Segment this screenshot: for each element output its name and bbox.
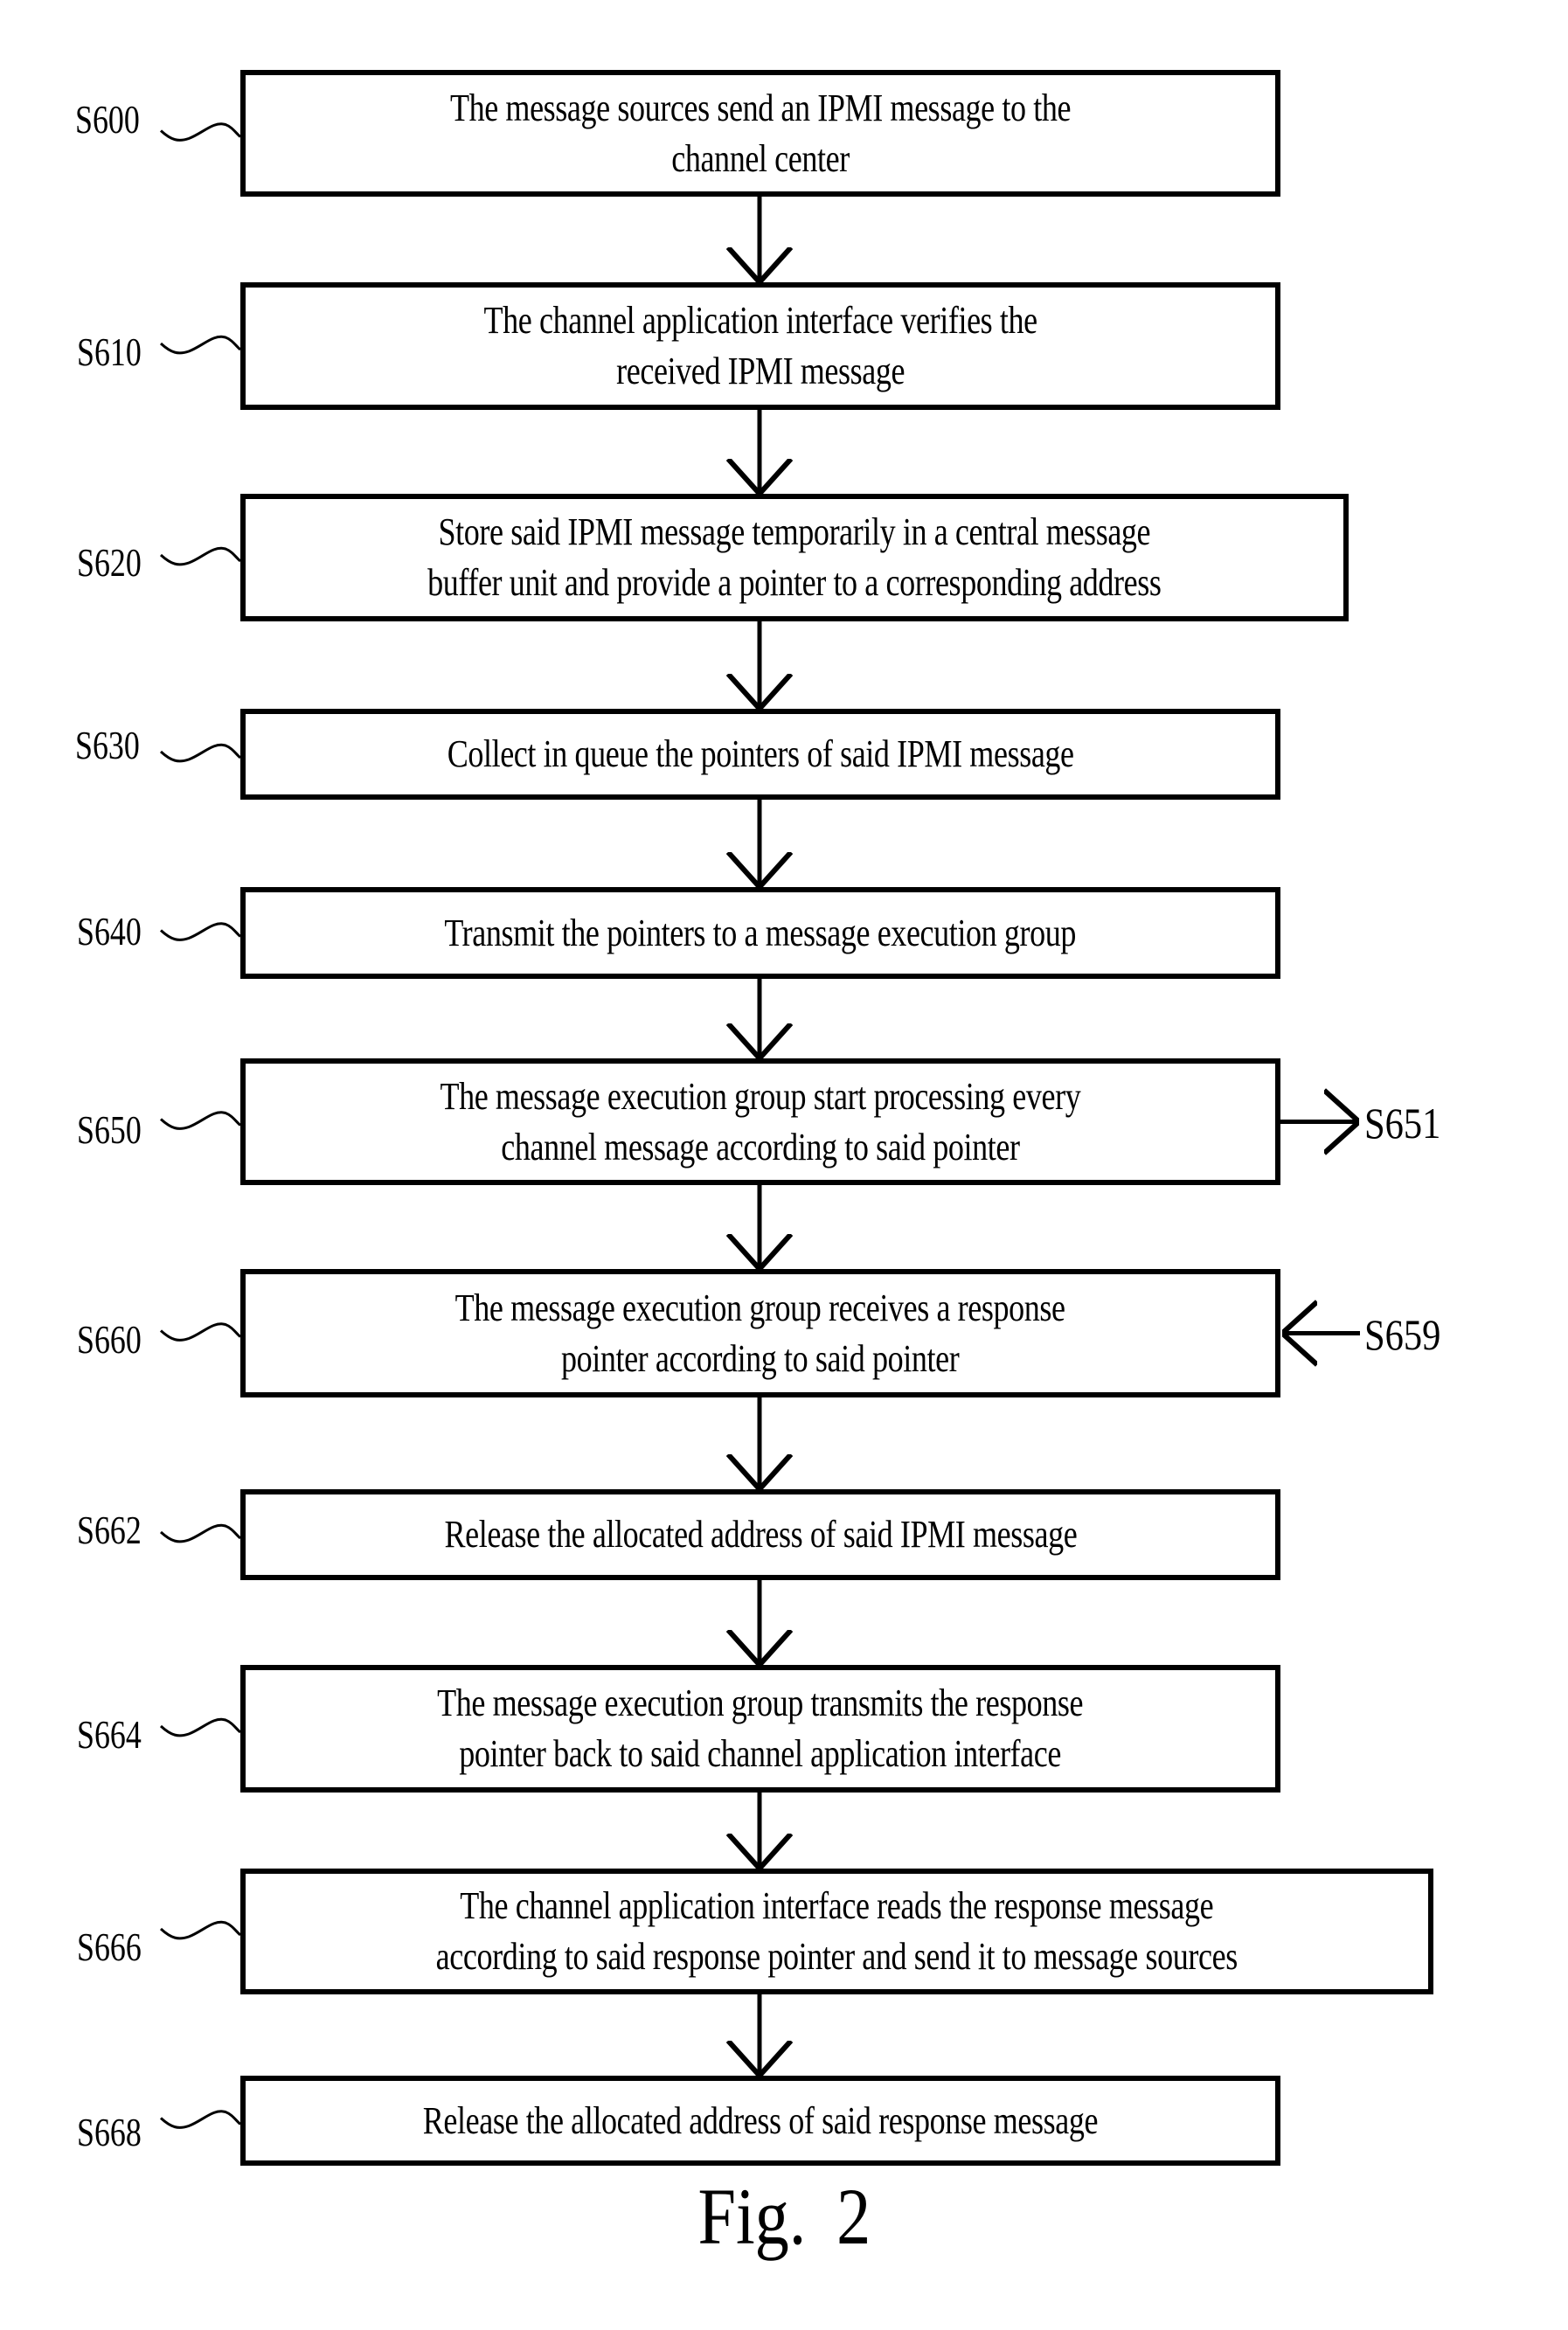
step-box-s664: The message execution group transmits th… [240, 1665, 1280, 1793]
step-label-s668: S668 [77, 2110, 142, 2154]
step-box-s666: The channel application interface reads … [240, 1869, 1433, 1994]
step-label-s600: S600 [75, 97, 140, 142]
figure-caption-text: Fig. 2 [697, 2172, 871, 2261]
step-text: The channel application interface reads … [435, 1884, 1238, 1978]
step-box-s600: The message sources send an IPMI message… [240, 70, 1280, 197]
side-ref-s651: S651 [1364, 1099, 1441, 1148]
step-text: Collect in queue the pointers of said IP… [447, 732, 1074, 775]
step-text: Store said IPMI message temporarily in a… [427, 510, 1162, 604]
step-text: The message execution group start proces… [440, 1074, 1081, 1168]
step-text: The channel application interface verifi… [483, 299, 1037, 392]
step-label-s620: S620 [77, 540, 142, 585]
step-label-s630: S630 [75, 723, 140, 767]
leader-squiggle [159, 1322, 241, 1342]
step-text: Transmit the pointers to a message execu… [444, 911, 1077, 954]
step-text: Release the allocated address of said IP… [444, 1513, 1077, 1556]
step-box-s620: Store said IPMI message temporarily in a… [240, 494, 1349, 621]
step-text: The message execution group receives a r… [454, 1286, 1066, 1380]
leader-squiggle [159, 335, 241, 355]
step-box-s610: The channel application interface verifi… [240, 282, 1280, 410]
step-box-s660: The message execution group receives a r… [240, 1269, 1280, 1397]
flowchart: The message sources send an IPMI message… [0, 0, 1568, 2330]
step-box-s630: Collect in queue the pointers of said IP… [240, 709, 1280, 800]
step-label-s662: S662 [77, 1508, 142, 1552]
step-label-s640: S640 [77, 909, 142, 953]
step-box-s668: Release the allocated address of said re… [240, 2076, 1280, 2166]
leader-squiggle [159, 1111, 241, 1130]
leader-squiggle [159, 122, 241, 142]
leader-squiggle [159, 743, 241, 763]
side-ref-s659: S659 [1364, 1310, 1441, 1359]
figure-caption: Fig. 2 [0, 2176, 1568, 2257]
step-box-s640: Transmit the pointers to a message execu… [240, 887, 1280, 979]
step-box-s650: The message execution group start proces… [240, 1058, 1280, 1185]
leader-squiggle [159, 922, 241, 941]
leader-squiggle [159, 2110, 241, 2129]
leader-squiggle [159, 1717, 241, 1737]
step-label-s660: S660 [77, 1317, 142, 1362]
leader-squiggle [159, 1523, 241, 1543]
step-text: The message sources send an IPMI message… [449, 86, 1072, 180]
leader-squiggle [159, 1920, 241, 1940]
step-label-s610: S610 [77, 329, 142, 374]
leader-squiggle [159, 546, 241, 566]
step-text: Release the allocated address of said re… [422, 2098, 1099, 2142]
step-label-s666: S666 [77, 1924, 142, 1969]
step-label-s664: S664 [77, 1712, 142, 1757]
step-label-s650: S650 [77, 1107, 142, 1152]
step-box-s662: Release the allocated address of said IP… [240, 1489, 1280, 1580]
step-text: The message execution group transmits th… [437, 1682, 1084, 1775]
